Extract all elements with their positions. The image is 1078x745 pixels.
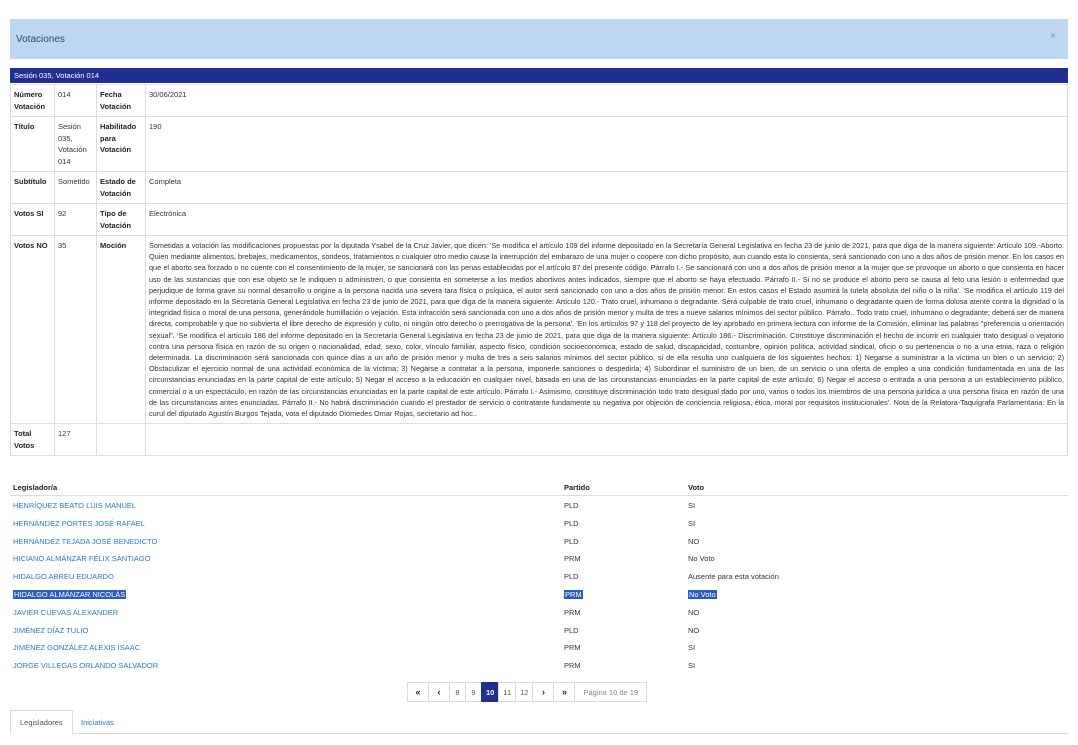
page-button[interactable]: 11: [498, 682, 517, 702]
votos-si-value: 92: [54, 203, 97, 236]
fecha-value: 30/06/2021: [145, 84, 1068, 117]
legislator-link[interactable]: JORGE VILLEGAS ORLANDO SALVADOR: [13, 661, 158, 670]
habilitado-label: Habilitado para Votación: [96, 116, 146, 172]
table-row: JIMÉNEZ DÍAZ TULIO PLD NO: [10, 622, 1068, 640]
col-legislador: Legislador/a: [13, 483, 58, 492]
vote-cell: No Voto: [688, 589, 717, 599]
votos-no-value: 35: [54, 234, 97, 425]
mocion-text: Sometidas a votación las modificaciones …: [145, 234, 1068, 425]
detail-row: Votos NO 35 Moción Sometidas a votación …: [10, 234, 1068, 425]
legislator-link[interactable]: HERNÁNDEZ PORTES JOSÉ RAFAEL: [13, 519, 145, 528]
legislator-link[interactable]: JAVIER CUEVAS ALEXANDER: [13, 608, 118, 617]
detail-row: Título Sesión 035, Votación 014 Habilita…: [10, 116, 1068, 172]
chevron-right-icon: ›: [541, 687, 545, 697]
vote-cell: SI: [688, 501, 696, 510]
party-cell: PLD: [564, 536, 579, 546]
party-cell: PLD: [564, 518, 579, 528]
mocion-label: Moción: [96, 234, 146, 425]
legislator-link[interactable]: HIDALGO ABREU EDUARDO: [13, 572, 114, 581]
current-page-button[interactable]: 10: [481, 682, 500, 702]
detail-row: Total Votos 127: [10, 423, 1068, 457]
titulo-value: Sesión 035, Votación 014: [54, 116, 97, 172]
session-title: Sesión 035, Votación 014: [14, 71, 100, 80]
double-chevron-left-icon: «: [415, 687, 421, 697]
estado-label: Estado de Votación: [96, 171, 146, 204]
estado-value: Completa: [145, 171, 1068, 204]
double-chevron-right-icon: »: [561, 687, 567, 697]
modal-header: Votaciones ×: [10, 19, 1068, 59]
legislator-link[interactable]: HICIANO ALMÁNZAR FÉLIX SANTIAGO: [13, 554, 151, 563]
page-button[interactable]: 9: [465, 682, 482, 702]
last-page-button[interactable]: »: [553, 682, 576, 702]
legislator-link[interactable]: HENRÍQUEZ BEATO LUIS MANUEL: [13, 501, 136, 510]
subtitulo-value: Sometido: [54, 171, 97, 204]
tipo-value: Electrónica: [145, 203, 1068, 236]
page-info: Página 10 de 19: [574, 682, 648, 702]
vote-cell: NO: [688, 536, 700, 546]
party-cell: PRM: [564, 661, 581, 671]
total-label: Total Votos: [10, 423, 55, 457]
col-partido: Partido: [564, 483, 590, 492]
tipo-label: Tipo de Votación: [96, 203, 146, 236]
table-row: HERNÁNDEZ TEJADA JOSÉ BENEDICTO PLD NO: [10, 533, 1068, 551]
detail-row: Subtítulo Sometido Estado de Votación Co…: [10, 171, 1068, 204]
votos-si-label: Votos SI: [10, 203, 55, 236]
modal-title: Votaciones: [16, 33, 65, 45]
empty-cell: [145, 423, 1068, 457]
table-row: HICIANO ALMÁNZAR FÉLIX SANTIAGO PRM No V…: [10, 550, 1068, 568]
vote-cell: NO: [688, 625, 700, 635]
legislators-header: Legislador/a Partido Voto: [10, 479, 1068, 496]
party-cell: PLD: [564, 625, 579, 635]
subtitulo-label: Subtítulo: [10, 171, 55, 204]
table-row: JORGE VILLEGAS ORLANDO SALVADOR PRM SI: [10, 657, 1068, 675]
tab-legisladores[interactable]: Legisladores: [10, 710, 73, 735]
page-button[interactable]: 12: [515, 682, 534, 702]
detail-row: Número Votación 014 Fecha Votación 30/06…: [10, 84, 1068, 117]
vote-cell: SI: [688, 643, 696, 653]
votos-no-label: Votos NO: [10, 234, 55, 425]
party-cell: PLD: [564, 501, 579, 510]
legislators-list: HENRÍQUEZ BEATO LUIS MANUEL PLD SI HERNÁ…: [10, 497, 1068, 675]
party-cell: PRM: [564, 643, 581, 653]
numero-value: 014: [54, 84, 97, 117]
session-title-bar: Sesión 035, Votación 014: [10, 68, 1068, 83]
legislator-link[interactable]: HERNÁNDEZ TEJADA JOSÉ BENEDICTO: [13, 537, 157, 546]
table-row: HENRÍQUEZ BEATO LUIS MANUEL PLD SI: [10, 497, 1068, 515]
table-row: HIDALGO ABREU EDUARDO PLD Ausente para e…: [10, 568, 1068, 586]
pagination: « ‹ 8 9 10 11 12 › » Página 10 de 19: [407, 682, 648, 702]
legislator-link[interactable]: JIMÉNEZ DÍAZ TULIO: [13, 626, 88, 635]
table-row: JIMÉNEZ GONZÁLEZ ALEXIS ISAAC PRM SI: [10, 639, 1068, 657]
vote-detail-table: Número Votación 014 Fecha Votación 30/06…: [10, 84, 1068, 457]
party-cell: PRM: [564, 589, 583, 599]
detail-row: Votos SI 92 Tipo de Votación Electrónica: [10, 203, 1068, 236]
titulo-label: Título: [10, 116, 55, 172]
fecha-label: Fecha Votación: [96, 84, 146, 117]
party-cell: PRM: [564, 607, 581, 617]
legislator-link[interactable]: HIDALGO ALMÁNZAR NICOLÁS: [13, 589, 127, 599]
next-page-button[interactable]: ›: [532, 682, 555, 702]
page-button[interactable]: 8: [449, 682, 466, 702]
empty-cell: [96, 423, 146, 457]
chevron-left-icon: ‹: [437, 687, 441, 697]
vote-cell: SI: [688, 661, 696, 671]
col-voto: Voto: [688, 483, 705, 492]
vote-cell: No Voto: [688, 554, 715, 564]
tab-iniciativas[interactable]: Iniciativas: [72, 710, 123, 734]
first-page-button[interactable]: «: [407, 682, 429, 702]
close-icon[interactable]: ×: [1050, 32, 1056, 42]
total-value: 127: [54, 423, 97, 457]
table-row: JAVIER CUEVAS ALEXANDER PRM NO: [10, 604, 1068, 622]
table-row-selected: HIDALGO ALMÁNZAR NICOLÁS PRM No Voto: [10, 586, 1068, 604]
vote-cell: NO: [688, 607, 700, 617]
legislator-link[interactable]: JIMÉNEZ GONZÁLEZ ALEXIS ISAAC: [13, 643, 140, 652]
prev-page-button[interactable]: ‹: [428, 682, 450, 702]
habilitado-value: 190: [145, 116, 1068, 172]
party-cell: PRM: [564, 554, 581, 564]
numero-label: Número Votación: [10, 84, 55, 117]
table-row: HERNÁNDEZ PORTES JOSÉ RAFAEL PLD SI: [10, 515, 1068, 533]
vote-cell: Ausente para esta votación: [688, 572, 779, 582]
party-cell: PLD: [564, 572, 579, 582]
vote-cell: SI: [688, 518, 696, 528]
tab-bar: Legisladores Iniciativas: [10, 710, 1068, 735]
